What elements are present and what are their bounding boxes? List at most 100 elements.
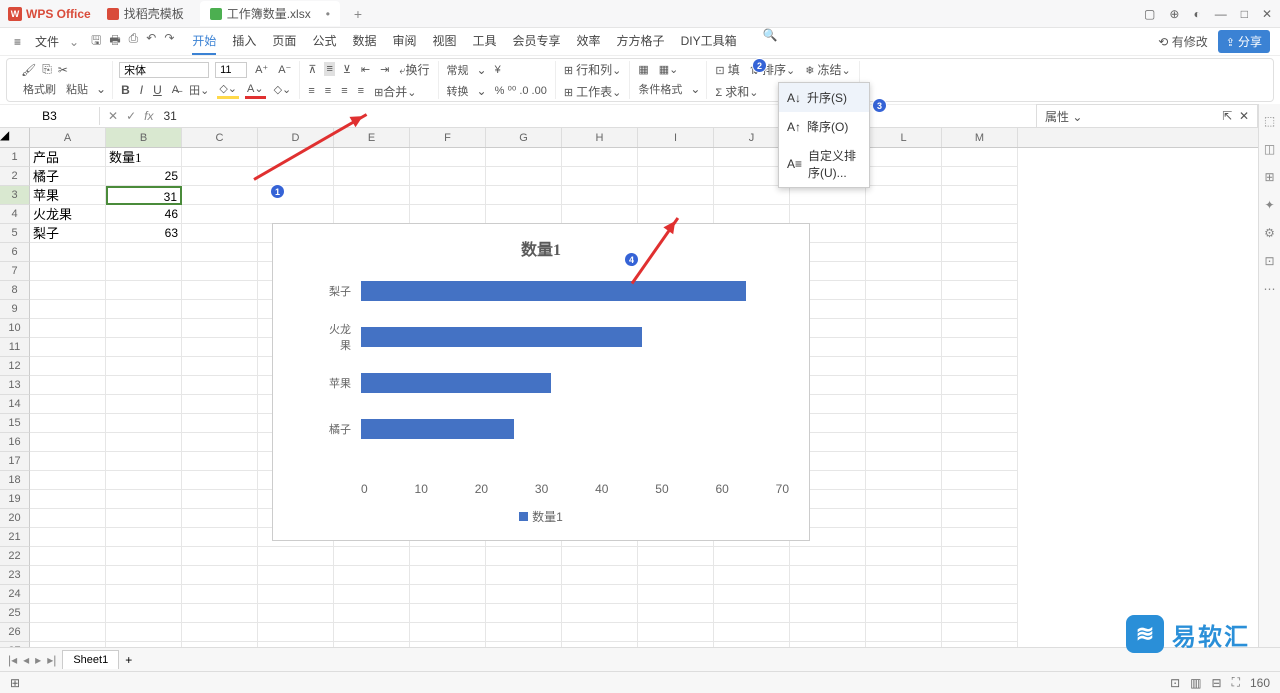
cell[interactable] [410,205,486,224]
cell[interactable] [182,357,258,376]
cell[interactable] [866,604,942,623]
panel-chart-icon[interactable]: ✦ [1264,198,1274,212]
cell[interactable] [942,566,1018,585]
wrap-button[interactable]: ⤶换行 [397,60,431,79]
menu-tab-tools[interactable]: 工具 [473,28,497,55]
row-header[interactable]: 3 [0,186,30,205]
cell[interactable] [258,566,334,585]
menu-file[interactable]: 文件 [31,33,63,50]
cond-format-icon[interactable]: ▦ [636,62,650,77]
row-header[interactable]: 10 [0,319,30,338]
cell[interactable] [562,148,638,167]
panel-style-icon[interactable]: ◫ [1264,142,1275,156]
cell[interactable] [182,376,258,395]
panel-backup-icon[interactable]: ⊡ [1264,254,1274,268]
col-header-c[interactable]: C [182,128,258,147]
chart[interactable]: 数量1 梨子火龙果苹果橘子 010203040506070 数量1 [272,223,810,541]
align-left-icon[interactable]: ≡ [306,84,316,98]
cell[interactable] [106,357,182,376]
cell[interactable] [410,585,486,604]
indent-dec-icon[interactable]: ⇤ [359,62,372,77]
cell[interactable] [942,623,1018,642]
cell[interactable] [334,585,410,604]
cell[interactable] [942,243,1018,262]
cell[interactable] [410,623,486,642]
prop-pin-icon[interactable]: ⇱ [1222,109,1232,123]
cell[interactable] [942,148,1018,167]
cell[interactable]: 46 [106,205,182,224]
cell[interactable] [866,300,942,319]
menu-app[interactable]: ≡ [10,35,25,49]
justify-icon[interactable]: ≡ [356,84,366,98]
font-color-icon[interactable]: A⌄ [245,81,266,99]
cell[interactable] [866,319,942,338]
col-header-f[interactable]: F [410,128,486,147]
cell[interactable] [790,547,866,566]
cell[interactable] [866,547,942,566]
cell[interactable] [942,186,1018,205]
cell[interactable] [30,376,106,395]
cell[interactable] [182,338,258,357]
tab-templates[interactable]: 找稻壳模板 [97,1,194,26]
row-header[interactable]: 8 [0,281,30,300]
col-header-e[interactable]: E [334,128,410,147]
cell[interactable] [182,585,258,604]
cut-icon[interactable]: ✂ [58,63,68,77]
select-all-corner[interactable]: ◢ [0,128,30,147]
cell[interactable] [562,167,638,186]
row-header[interactable]: 11 [0,338,30,357]
cell[interactable] [790,566,866,585]
cell[interactable]: 火龙果 [30,205,106,224]
fill-color-icon[interactable]: ◇⌄ [217,81,239,99]
font-name-select[interactable] [119,62,209,78]
view-break-icon[interactable]: ⊟ [1212,676,1222,690]
sort-asc[interactable]: A↓升序(S) [779,83,869,112]
cell[interactable]: 63 [106,224,182,243]
cell[interactable] [486,566,562,585]
indent-inc-icon[interactable]: ⇥ [378,62,391,77]
cell[interactable] [182,433,258,452]
formula-input[interactable] [161,107,361,125]
prop-close-icon[interactable]: ✕ [1239,109,1249,123]
decrease-font-icon[interactable]: A⁻ [276,62,293,77]
cell[interactable] [106,566,182,585]
cell[interactable] [866,471,942,490]
cell[interactable] [106,528,182,547]
cell[interactable] [30,566,106,585]
cell[interactable] [334,547,410,566]
row-header[interactable]: 22 [0,547,30,566]
cell[interactable] [334,623,410,642]
cell[interactable] [334,205,410,224]
cancel-icon[interactable]: ✕ [108,109,118,123]
cell[interactable] [942,300,1018,319]
worksheet-button[interactable]: ⊞ 工作表⌄ [562,82,624,101]
sum-button[interactable]: Σ 求和⌄ [713,82,760,101]
cell[interactable] [182,528,258,547]
cell[interactable] [106,509,182,528]
format-brush-button[interactable]: 格式刷 [21,80,58,98]
cell[interactable] [182,623,258,642]
menu-tab-view[interactable]: 视图 [432,28,456,55]
align-middle-icon[interactable]: ≡ [324,62,334,76]
win-box-icon[interactable]: ▢ [1144,7,1155,21]
spreadsheet-grid[interactable]: ◢ A B C D E F G H I J K L M 1产品数量12橘子253… [0,128,1280,661]
cell[interactable] [866,148,942,167]
clear-format-icon[interactable]: ◇⌄ [272,82,294,97]
cell[interactable] [638,585,714,604]
cell[interactable] [638,566,714,585]
cell[interactable] [486,167,562,186]
sort-desc[interactable]: A↑降序(O) [779,112,869,141]
cell[interactable] [30,319,106,338]
cell[interactable] [106,547,182,566]
cell[interactable] [942,490,1018,509]
row-header[interactable]: 13 [0,376,30,395]
cell[interactable] [182,509,258,528]
cell[interactable] [106,623,182,642]
cell[interactable] [866,490,942,509]
cell[interactable]: 梨子 [30,224,106,243]
cell[interactable]: 苹果 [30,186,106,205]
view-page-icon[interactable]: ▥ [1190,676,1201,690]
cell[interactable] [30,338,106,357]
row-header[interactable]: 14 [0,395,30,414]
cell[interactable] [486,547,562,566]
